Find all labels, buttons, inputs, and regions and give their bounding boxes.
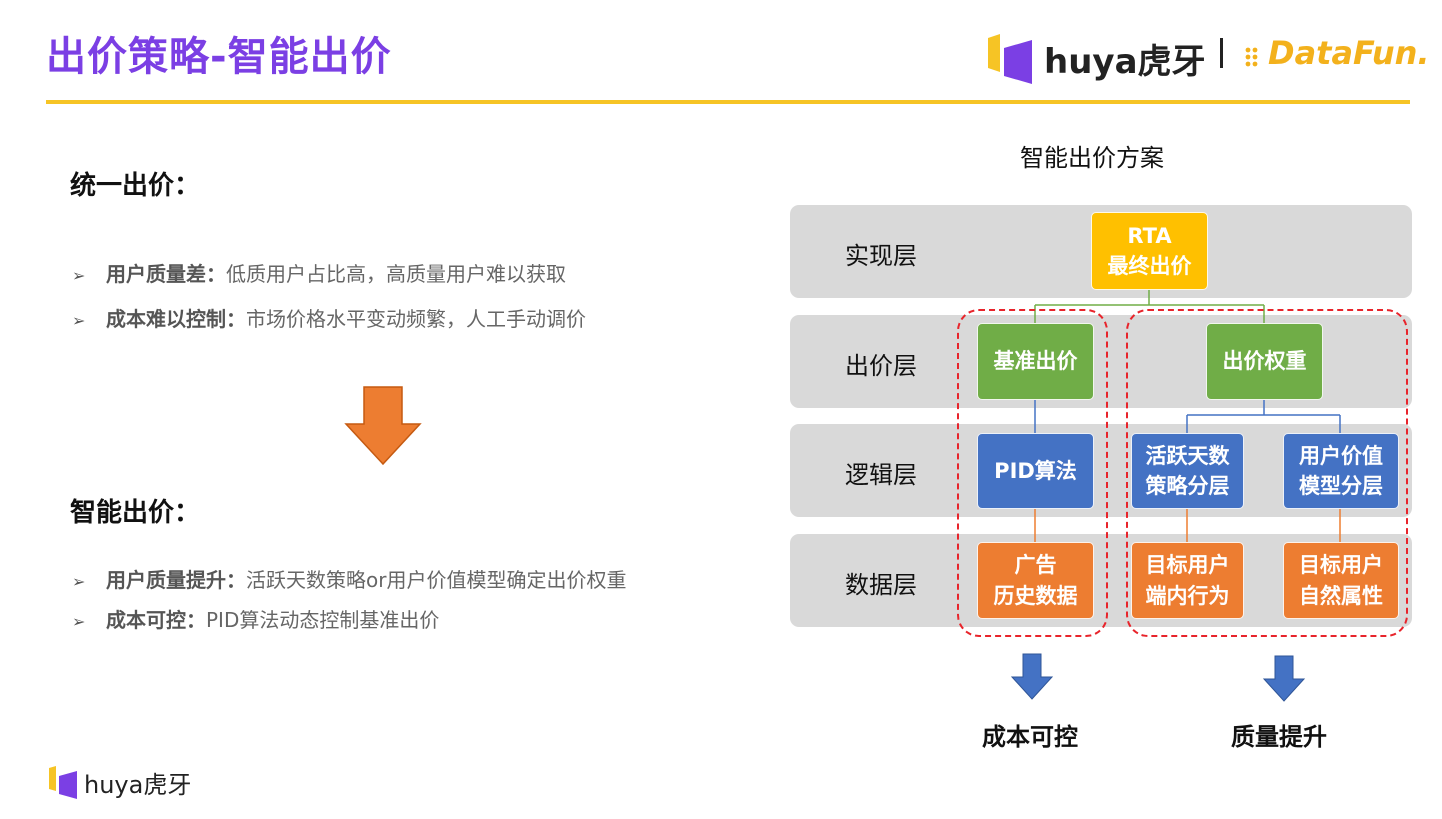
bullet-arrow-icon: ➢ [72, 311, 86, 330]
datafun-logo-text: DataFun. [1268, 34, 1430, 72]
diagram-title: 智能出价方案 [1020, 144, 1164, 172]
layer-label: 出价层 [845, 352, 917, 380]
outcome-cost-controllable: 成本可控 [982, 723, 1078, 751]
layer-label: 实现层 [845, 242, 917, 270]
section-heading-smart-bid: 智能出价： [70, 498, 201, 528]
down-arrow-icon [1262, 655, 1306, 702]
bullet-text: PID算法动态控制基准出价 [206, 608, 440, 632]
huya-logo-text: huya虎牙 [1044, 42, 1206, 82]
bullet-arrow-icon: ➢ [72, 612, 86, 631]
bullet-arrow-icon: ➢ [72, 266, 86, 285]
bullet-text: 低质用户占比高，高质量用户难以获取 [226, 262, 566, 286]
datafun-dots-icon [1245, 47, 1258, 67]
bullet-item: ➢ 成本可控：PID算法动态控制基准出价 [72, 604, 439, 633]
bullet-bold: 成本可控： [106, 608, 206, 632]
page-title: 出价策略-智能出价 [46, 34, 392, 80]
layer-label: 数据层 [845, 571, 917, 599]
title-underline [46, 100, 1410, 104]
group-cost-control [957, 309, 1108, 637]
bullet-item: ➢ 用户质量提升：活跃天数策略or用户价值模型确定出价权重 [72, 564, 626, 593]
node-rta-final-bid: RTA 最终出价 [1091, 212, 1208, 290]
huya-logo-icon [49, 766, 77, 799]
bullet-item: ➢ 成本难以控制：市场价格水平变动频繁，人工手动调价 [72, 303, 586, 332]
down-arrow-icon [1010, 653, 1054, 700]
huya-logo-icon [988, 34, 1032, 84]
bullet-bold: 用户质量差： [106, 262, 226, 286]
section-heading-unified-bid: 统一出价： [70, 171, 201, 201]
layer-label: 逻辑层 [845, 461, 917, 489]
down-arrow-icon [344, 386, 422, 466]
bullet-arrow-icon: ➢ [72, 572, 86, 591]
group-quality-improvement [1126, 309, 1408, 637]
logo-separator [1220, 38, 1223, 68]
outcome-quality-improved: 质量提升 [1231, 723, 1327, 751]
bullet-text: 市场价格水平变动频繁，人工手动调价 [246, 307, 586, 331]
bullet-item: ➢ 用户质量差：低质用户占比高，高质量用户难以获取 [72, 258, 566, 287]
bullet-bold: 用户质量提升： [106, 568, 246, 592]
bullet-bold: 成本难以控制： [106, 307, 246, 331]
bullet-text: 活跃天数策略or用户价值模型确定出价权重 [246, 568, 627, 592]
huya-footer-logo-text: huya虎牙 [84, 771, 192, 799]
